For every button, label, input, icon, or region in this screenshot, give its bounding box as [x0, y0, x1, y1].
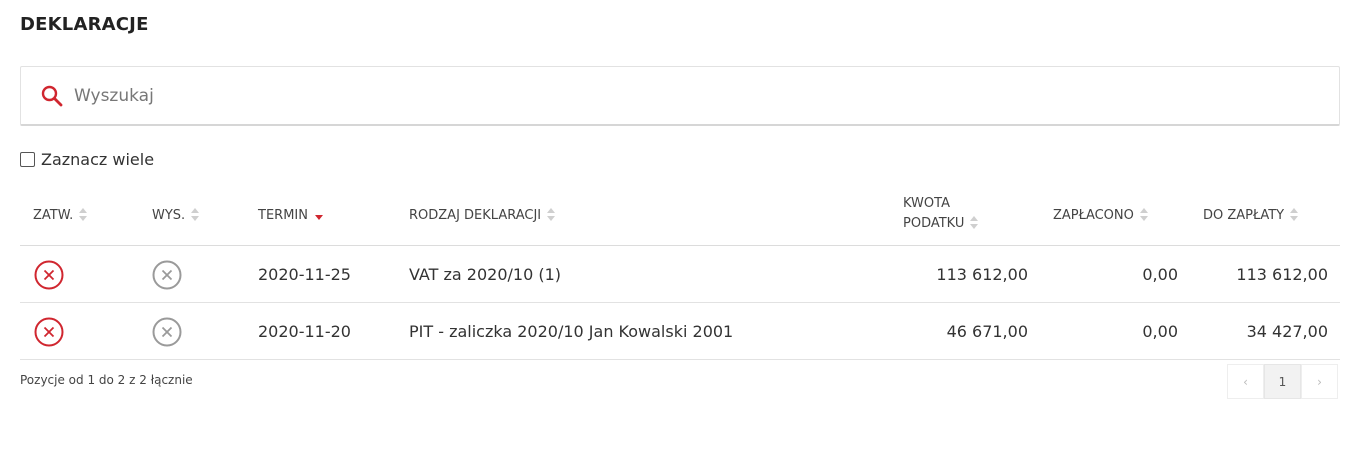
column-label: RODZAJ DEKLARACJI: [409, 208, 542, 223]
sort-icon: [547, 207, 556, 225]
pagination-prev-button[interactable]: ‹: [1227, 364, 1264, 399]
cell-zaplacono: 0,00: [1142, 322, 1178, 341]
cell-do-zaplaty: 34 427,00: [1246, 322, 1328, 341]
sort-icon: [970, 215, 979, 233]
x-circle-red-icon[interactable]: [34, 260, 64, 290]
cell-kwota: 46 671,00: [946, 322, 1028, 341]
approved-status[interactable]: [34, 246, 64, 303]
pagination-info: Pozycje od 1 do 2 z 2 łącznie: [20, 373, 193, 387]
column-label: TERMIN: [258, 208, 308, 223]
table-row[interactable]: 2020-11-25 VAT za 2020/10 (1) 113 612,00…: [20, 246, 1340, 303]
cell-rodzaj: VAT za 2020/10 (1): [409, 265, 561, 284]
column-header-wys[interactable]: WYS.: [152, 206, 200, 226]
column-label-line2: PODATKU: [903, 216, 965, 231]
column-label-line1: KWOTA: [903, 196, 950, 211]
pagination-next-button[interactable]: ›: [1301, 364, 1338, 399]
column-label: DO ZAPŁATY: [1203, 208, 1285, 223]
sort-desc-icon: [314, 208, 324, 225]
column-header-do-zaplaty[interactable]: DO ZAPŁATY: [1203, 206, 1299, 226]
sent-status[interactable]: [152, 246, 182, 303]
column-header-rodzaj[interactable]: RODZAJ DEKLARACJI: [409, 206, 556, 226]
cell-kwota: 113 612,00: [936, 265, 1028, 284]
pagination: ‹ 1 ›: [1227, 364, 1338, 399]
sort-icon: [1139, 207, 1148, 225]
cell-termin: 2020-11-20: [258, 322, 351, 341]
select-many-toggle[interactable]: Zaznacz wiele: [20, 150, 154, 169]
column-header-zatw[interactable]: ZATW.: [33, 206, 88, 226]
x-circle-red-icon[interactable]: [34, 317, 64, 347]
sent-status[interactable]: [152, 303, 182, 360]
approved-status[interactable]: [34, 303, 64, 360]
cell-do-zaplaty: 113 612,00: [1236, 265, 1328, 284]
pagination-page-button[interactable]: 1: [1264, 364, 1301, 399]
table-row[interactable]: 2020-11-20 PIT - zaliczka 2020/10 Jan Ko…: [20, 303, 1340, 360]
column-label: WYS.: [152, 208, 186, 223]
cell-rodzaj: PIT - zaliczka 2020/10 Jan Kowalski 2001: [409, 322, 734, 341]
search-icon[interactable]: [38, 82, 66, 110]
x-circle-gray-icon[interactable]: [152, 260, 182, 290]
column-header-zaplacono[interactable]: ZAPŁACONO: [1053, 206, 1148, 226]
column-header-kwota[interactable]: KWOTA PODATKU: [903, 194, 979, 234]
search-input[interactable]: [74, 85, 1274, 106]
select-many-label: Zaznacz wiele: [41, 150, 155, 169]
column-label: ZATW.: [33, 208, 74, 223]
cell-zaplacono: 0,00: [1142, 265, 1178, 284]
search-box[interactable]: [20, 66, 1340, 126]
column-label: ZAPŁACONO: [1053, 208, 1134, 223]
sort-icon: [79, 207, 88, 225]
select-many-checkbox[interactable]: [20, 152, 35, 167]
cell-termin: 2020-11-25: [258, 265, 351, 284]
column-header-termin[interactable]: TERMIN: [258, 206, 324, 226]
sort-icon: [1290, 207, 1299, 225]
declarations-table: ZATW. WYS. TERMIN RODZAJ DEKLARACJI KWOT…: [20, 186, 1340, 360]
x-circle-gray-icon[interactable]: [152, 317, 182, 347]
sort-icon: [191, 207, 200, 225]
page-title: DEKLARACJE: [20, 14, 149, 35]
table-header: ZATW. WYS. TERMIN RODZAJ DEKLARACJI KWOT…: [20, 186, 1340, 246]
